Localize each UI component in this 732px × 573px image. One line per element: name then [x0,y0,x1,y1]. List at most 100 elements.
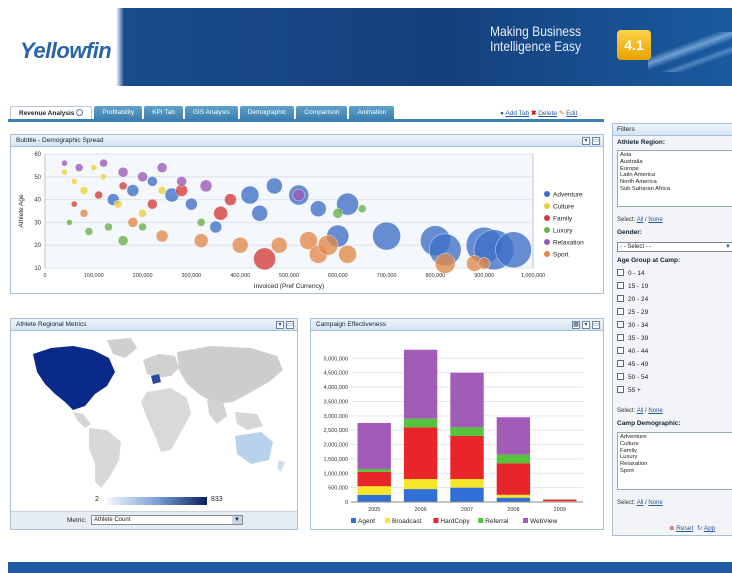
y-tick-label: 10 [34,266,41,272]
legend-label: Broadcast [392,518,421,525]
checkbox-box[interactable] [617,386,624,393]
map-asia[interactable] [177,346,283,404]
panel-maximize-icon[interactable]: ▭ [592,137,600,145]
delete-tab-icon[interactable]: ✖ [531,110,536,117]
select-all-link[interactable]: All [637,408,644,414]
age-checkbox[interactable]: 55 + [617,386,641,394]
filter-actions: ⊗ Reset ↻ App [669,524,715,532]
list-item[interactable]: Europe [620,166,731,173]
checkbox-box[interactable] [617,269,624,276]
legend-label: Family [553,216,573,223]
panel-maximize-icon[interactable]: ▭ [592,321,600,329]
map-central-america[interactable] [73,412,91,428]
legend-swatch [544,227,550,233]
edit-tab-link[interactable]: Edit [566,110,577,117]
list-item[interactable]: Culture [620,441,731,448]
checkbox-box[interactable] [617,321,624,328]
tab-revenue-analysis[interactable]: Revenue Analysis [10,106,93,120]
tab-demographic[interactable]: Demographic [239,106,295,120]
reset-button[interactable]: Reset [676,525,693,532]
select-none-link[interactable]: None [648,500,662,506]
map-south-asia[interactable] [207,400,227,424]
tab-label: Demographic [247,109,287,116]
y-tick-label: 1,000,000 [324,471,348,477]
age-checkbox[interactable]: 50 - 54 [617,373,648,381]
map-north-america[interactable] [33,346,115,410]
checkbox-box[interactable] [617,295,624,302]
bubble-point [157,186,167,195]
gender-select[interactable]: - - Select - - ▼ [617,242,732,252]
checkbox-box[interactable] [617,334,624,341]
checkbox-box[interactable] [617,308,624,315]
reset-icon[interactable]: ⊗ [669,525,674,532]
metric-select[interactable]: Athlete Count ▼ [91,515,243,525]
tab-animation[interactable]: Animation [349,106,395,120]
panel-menu-icon[interactable]: ▾ [276,321,284,329]
list-item[interactable]: Australia [620,159,731,166]
add-tab-icon[interactable]: ● [500,110,504,117]
checkbox-label: 35 - 39 [628,335,649,342]
list-item[interactable]: Sub Saharan Africa [620,186,731,193]
edit-tab-icon[interactable]: ✎ [559,110,564,117]
apply-icon[interactable]: ↻ [697,525,702,532]
list-item[interactable]: North America [620,179,731,186]
panel-grid-icon[interactable]: ▦ [572,321,580,329]
map-panel: Athlete Regional Metrics ▾ ▭ 2 833 Metri… [10,318,298,530]
tab-gis-analysis[interactable]: GIS Analysis [184,106,238,120]
gender-select-value: - - Select - - [620,244,652,250]
list-item[interactable]: Sport [620,468,731,475]
select-all-link[interactable]: All [637,500,644,506]
select-none-link[interactable]: None [648,408,662,414]
age-checkbox[interactable]: 15 - 19 [617,282,648,290]
age-checkbox[interactable]: 40 - 44 [617,347,648,355]
panel-title: Bubble - Demographic Spread [16,137,104,144]
tab-strip-bar [8,119,604,122]
select-all-link[interactable]: All [637,217,644,223]
checkbox-label: 50 - 54 [628,374,649,381]
list-item[interactable]: Adventure [620,434,731,441]
checkbox-box[interactable] [617,360,624,367]
apply-button[interactable]: App [704,525,716,532]
select-none-link[interactable]: None [648,217,662,223]
map-south-america[interactable] [89,428,121,488]
tab-label: Revenue Analysis [19,110,75,117]
checkbox-box[interactable] [617,282,624,289]
age-checkbox[interactable]: 0 - 14 [617,269,645,277]
map-greenland[interactable] [107,338,137,358]
list-item[interactable]: Relaxation [620,461,731,468]
map-europe[interactable] [143,354,179,378]
chevron-down-icon[interactable]: ▼ [725,243,731,251]
tagline-line-2: Intelligence Easy [490,38,582,54]
add-tab-link[interactable]: Add Tab [505,110,529,117]
checkbox-box[interactable] [617,373,624,380]
panel-menu-icon[interactable]: ▾ [582,137,590,145]
map-australia[interactable] [235,432,273,464]
delete-tab-link[interactable]: Delete [538,110,557,117]
list-item[interactable]: Family [620,448,731,455]
map-southeast-asia[interactable] [235,412,263,430]
age-checkbox[interactable]: 20 - 24 [617,295,648,303]
tab-menu-icon[interactable] [76,109,84,116]
age-checkbox[interactable]: 25 - 29 [617,308,648,316]
tab-profitability[interactable]: Profitability [94,106,143,120]
region-list[interactable]: Asia Australia Europe Latin America Nort… [617,150,732,207]
checkbox-box[interactable] [617,347,624,354]
list-item[interactable]: Asia [620,152,731,159]
x-tick-label: 1,000,000 [521,273,545,279]
world-map[interactable] [11,332,297,494]
map-africa[interactable] [141,388,191,452]
panel-menu-icon[interactable]: ▾ [582,321,590,329]
age-checkbox[interactable]: 35 - 39 [617,334,648,342]
panel-maximize-icon[interactable]: ▭ [286,321,294,329]
map-new-zealand[interactable] [277,460,285,472]
age-checkbox[interactable]: 45 - 49 [617,360,648,368]
age-checkbox[interactable]: 30 - 34 [617,321,648,329]
x-tick-label: 700,000 [377,273,397,279]
bubble-point [84,227,94,236]
tab-kpi[interactable]: KPI Tab [144,106,183,120]
list-item[interactable]: Latin America [620,172,731,179]
chevron-down-icon[interactable]: ▼ [232,516,242,524]
list-item[interactable]: Luxury [620,454,731,461]
camp-list[interactable]: Adventure Culture Family Luxury Relaxati… [617,432,732,490]
tab-comparison[interactable]: Comparison [296,106,348,120]
